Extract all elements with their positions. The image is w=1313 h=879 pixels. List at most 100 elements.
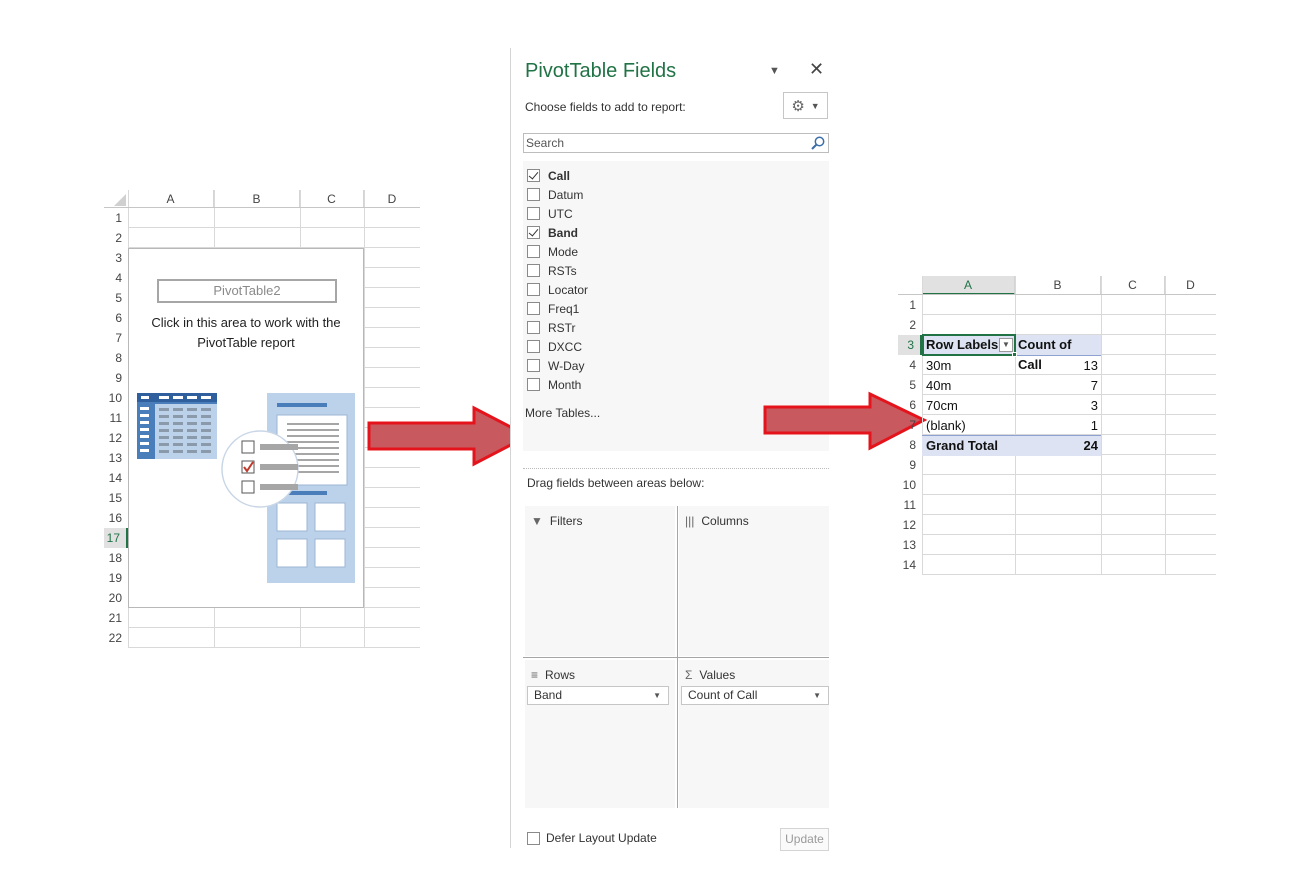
row-header[interactable]: 16: [104, 508, 128, 528]
row-header[interactable]: 1: [104, 208, 128, 228]
field-utc[interactable]: UTC: [527, 204, 573, 223]
rows-area[interactable]: ≡ Rows Band ▼: [525, 660, 675, 808]
pivot-item-value[interactable]: 13: [1015, 356, 1101, 376]
column-header-a[interactable]: A: [128, 190, 214, 208]
pivot-item-value[interactable]: 1: [1015, 416, 1101, 436]
pivot-item-label[interactable]: (blank): [923, 416, 1015, 436]
column-header-c[interactable]: C: [1101, 276, 1165, 295]
row-header[interactable]: 11: [898, 495, 922, 515]
search-icon[interactable]: [810, 135, 826, 151]
row-header[interactable]: 3: [104, 248, 128, 268]
field-w-day-checkbox[interactable]: [527, 359, 540, 372]
close-icon[interactable]: ✕: [809, 59, 824, 80]
column-header-b[interactable]: B: [1015, 276, 1101, 295]
field-band[interactable]: Band: [527, 223, 578, 242]
row-header[interactable]: 20: [104, 588, 128, 608]
field-month[interactable]: Month: [527, 375, 581, 394]
row-header[interactable]: 22: [104, 628, 128, 648]
row-header[interactable]: 8: [104, 348, 128, 368]
field-mode[interactable]: Mode: [527, 242, 578, 261]
values-field-label: Count of Call: [688, 688, 758, 702]
pivot-grand-total-label[interactable]: Grand Total: [923, 436, 1015, 456]
row-header[interactable]: 9: [898, 455, 922, 475]
row-header[interactable]: 3: [898, 335, 922, 355]
field-call-checkbox[interactable]: [527, 169, 540, 182]
row-header[interactable]: 7: [898, 415, 922, 435]
row-header[interactable]: 13: [898, 535, 922, 555]
field-freq1[interactable]: Freq1: [527, 299, 579, 318]
row-header[interactable]: 19: [104, 568, 128, 588]
row-header[interactable]: 10: [104, 388, 128, 408]
row-header[interactable]: 15: [104, 488, 128, 508]
row-header[interactable]: 13: [104, 448, 128, 468]
chevron-down-icon[interactable]: ▼: [813, 687, 821, 704]
row-header[interactable]: 12: [104, 428, 128, 448]
field-locator[interactable]: Locator: [527, 280, 588, 299]
row-header[interactable]: 14: [898, 555, 922, 575]
row-header[interactable]: 4: [104, 268, 128, 288]
values-field-chip[interactable]: Count of Call ▼: [681, 686, 829, 705]
row-header[interactable]: 6: [104, 308, 128, 328]
row-header[interactable]: 12: [898, 515, 922, 535]
pivot-placeholder-area[interactable]: PivotTable2 Click in this area to work w…: [128, 248, 364, 608]
pivot-item-value[interactable]: 7: [1015, 376, 1101, 396]
field-datum-checkbox[interactable]: [527, 188, 540, 201]
pivot-item-label[interactable]: 40m: [923, 376, 1015, 396]
column-header-c[interactable]: C: [300, 190, 364, 208]
more-tables-link[interactable]: More Tables...: [525, 406, 600, 420]
defer-checkbox[interactable]: [527, 831, 540, 845]
field-w-day[interactable]: W-Day: [527, 356, 584, 375]
chevron-down-icon[interactable]: ▼: [653, 687, 661, 704]
column-header-d[interactable]: D: [364, 190, 420, 208]
column-header-b[interactable]: B: [214, 190, 300, 208]
update-button[interactable]: Update: [780, 828, 829, 851]
field-datum[interactable]: Datum: [527, 185, 583, 204]
row-header[interactable]: 6: [898, 395, 922, 415]
row-header[interactable]: 8: [898, 435, 922, 455]
pane-options-chevron-icon[interactable]: ▼: [769, 65, 780, 77]
row-header[interactable]: 18: [104, 548, 128, 568]
field-mode-checkbox[interactable]: [527, 245, 540, 258]
field-rstr[interactable]: RSTr: [527, 318, 576, 337]
pivot-item-value[interactable]: 3: [1015, 396, 1101, 416]
rows-field-chip[interactable]: Band ▼: [527, 686, 669, 705]
field-dxcc[interactable]: DXCC: [527, 337, 582, 356]
row-header[interactable]: 5: [898, 375, 922, 395]
field-band-checkbox[interactable]: [527, 226, 540, 239]
field-utc-checkbox[interactable]: [527, 207, 540, 220]
pivot-value-header[interactable]: Count of Call: [1015, 335, 1101, 372]
row-header[interactable]: 10: [898, 475, 922, 495]
row-header[interactable]: 5: [104, 288, 128, 308]
row-header[interactable]: 7: [104, 328, 128, 348]
row-header[interactable]: 2: [104, 228, 128, 248]
tools-button[interactable]: ⚙ ▼: [783, 92, 828, 119]
select-all-corner[interactable]: [114, 194, 126, 206]
pivot-item-label[interactable]: 30m: [923, 356, 1015, 376]
columns-area[interactable]: ||| Columns: [679, 506, 829, 656]
field-call[interactable]: Call: [527, 166, 570, 185]
row-header[interactable]: 2: [898, 315, 922, 335]
values-area[interactable]: Σ Values Count of Call ▼: [679, 660, 829, 808]
field-freq1-checkbox[interactable]: [527, 302, 540, 315]
field-rsts-checkbox[interactable]: [527, 264, 540, 277]
row-header[interactable]: 21: [104, 608, 128, 628]
row-header[interactable]: 14: [104, 468, 128, 488]
row-header[interactable]: 11: [104, 408, 128, 428]
field-rstr-checkbox[interactable]: [527, 321, 540, 334]
field-dxcc-checkbox[interactable]: [527, 340, 540, 353]
defer-layout-update[interactable]: Defer Layout Update: [527, 831, 657, 845]
field-locator-checkbox[interactable]: [527, 283, 540, 296]
pivot-item-label[interactable]: 70cm: [923, 396, 1015, 416]
row-header[interactable]: 9: [104, 368, 128, 388]
pivot-grand-total-value[interactable]: 24: [1015, 436, 1101, 456]
row-header[interactable]: 17: [104, 528, 128, 548]
pane-separator[interactable]: [523, 468, 829, 469]
column-header-d[interactable]: D: [1165, 276, 1216, 295]
filters-area[interactable]: ▼ Filters: [525, 506, 675, 656]
field-month-checkbox[interactable]: [527, 378, 540, 391]
field-rsts[interactable]: RSTs: [527, 261, 577, 280]
row-header[interactable]: 4: [898, 355, 922, 375]
column-header-a[interactable]: A: [922, 276, 1015, 295]
search-input[interactable]: [524, 134, 804, 152]
row-header[interactable]: 1: [898, 295, 922, 315]
